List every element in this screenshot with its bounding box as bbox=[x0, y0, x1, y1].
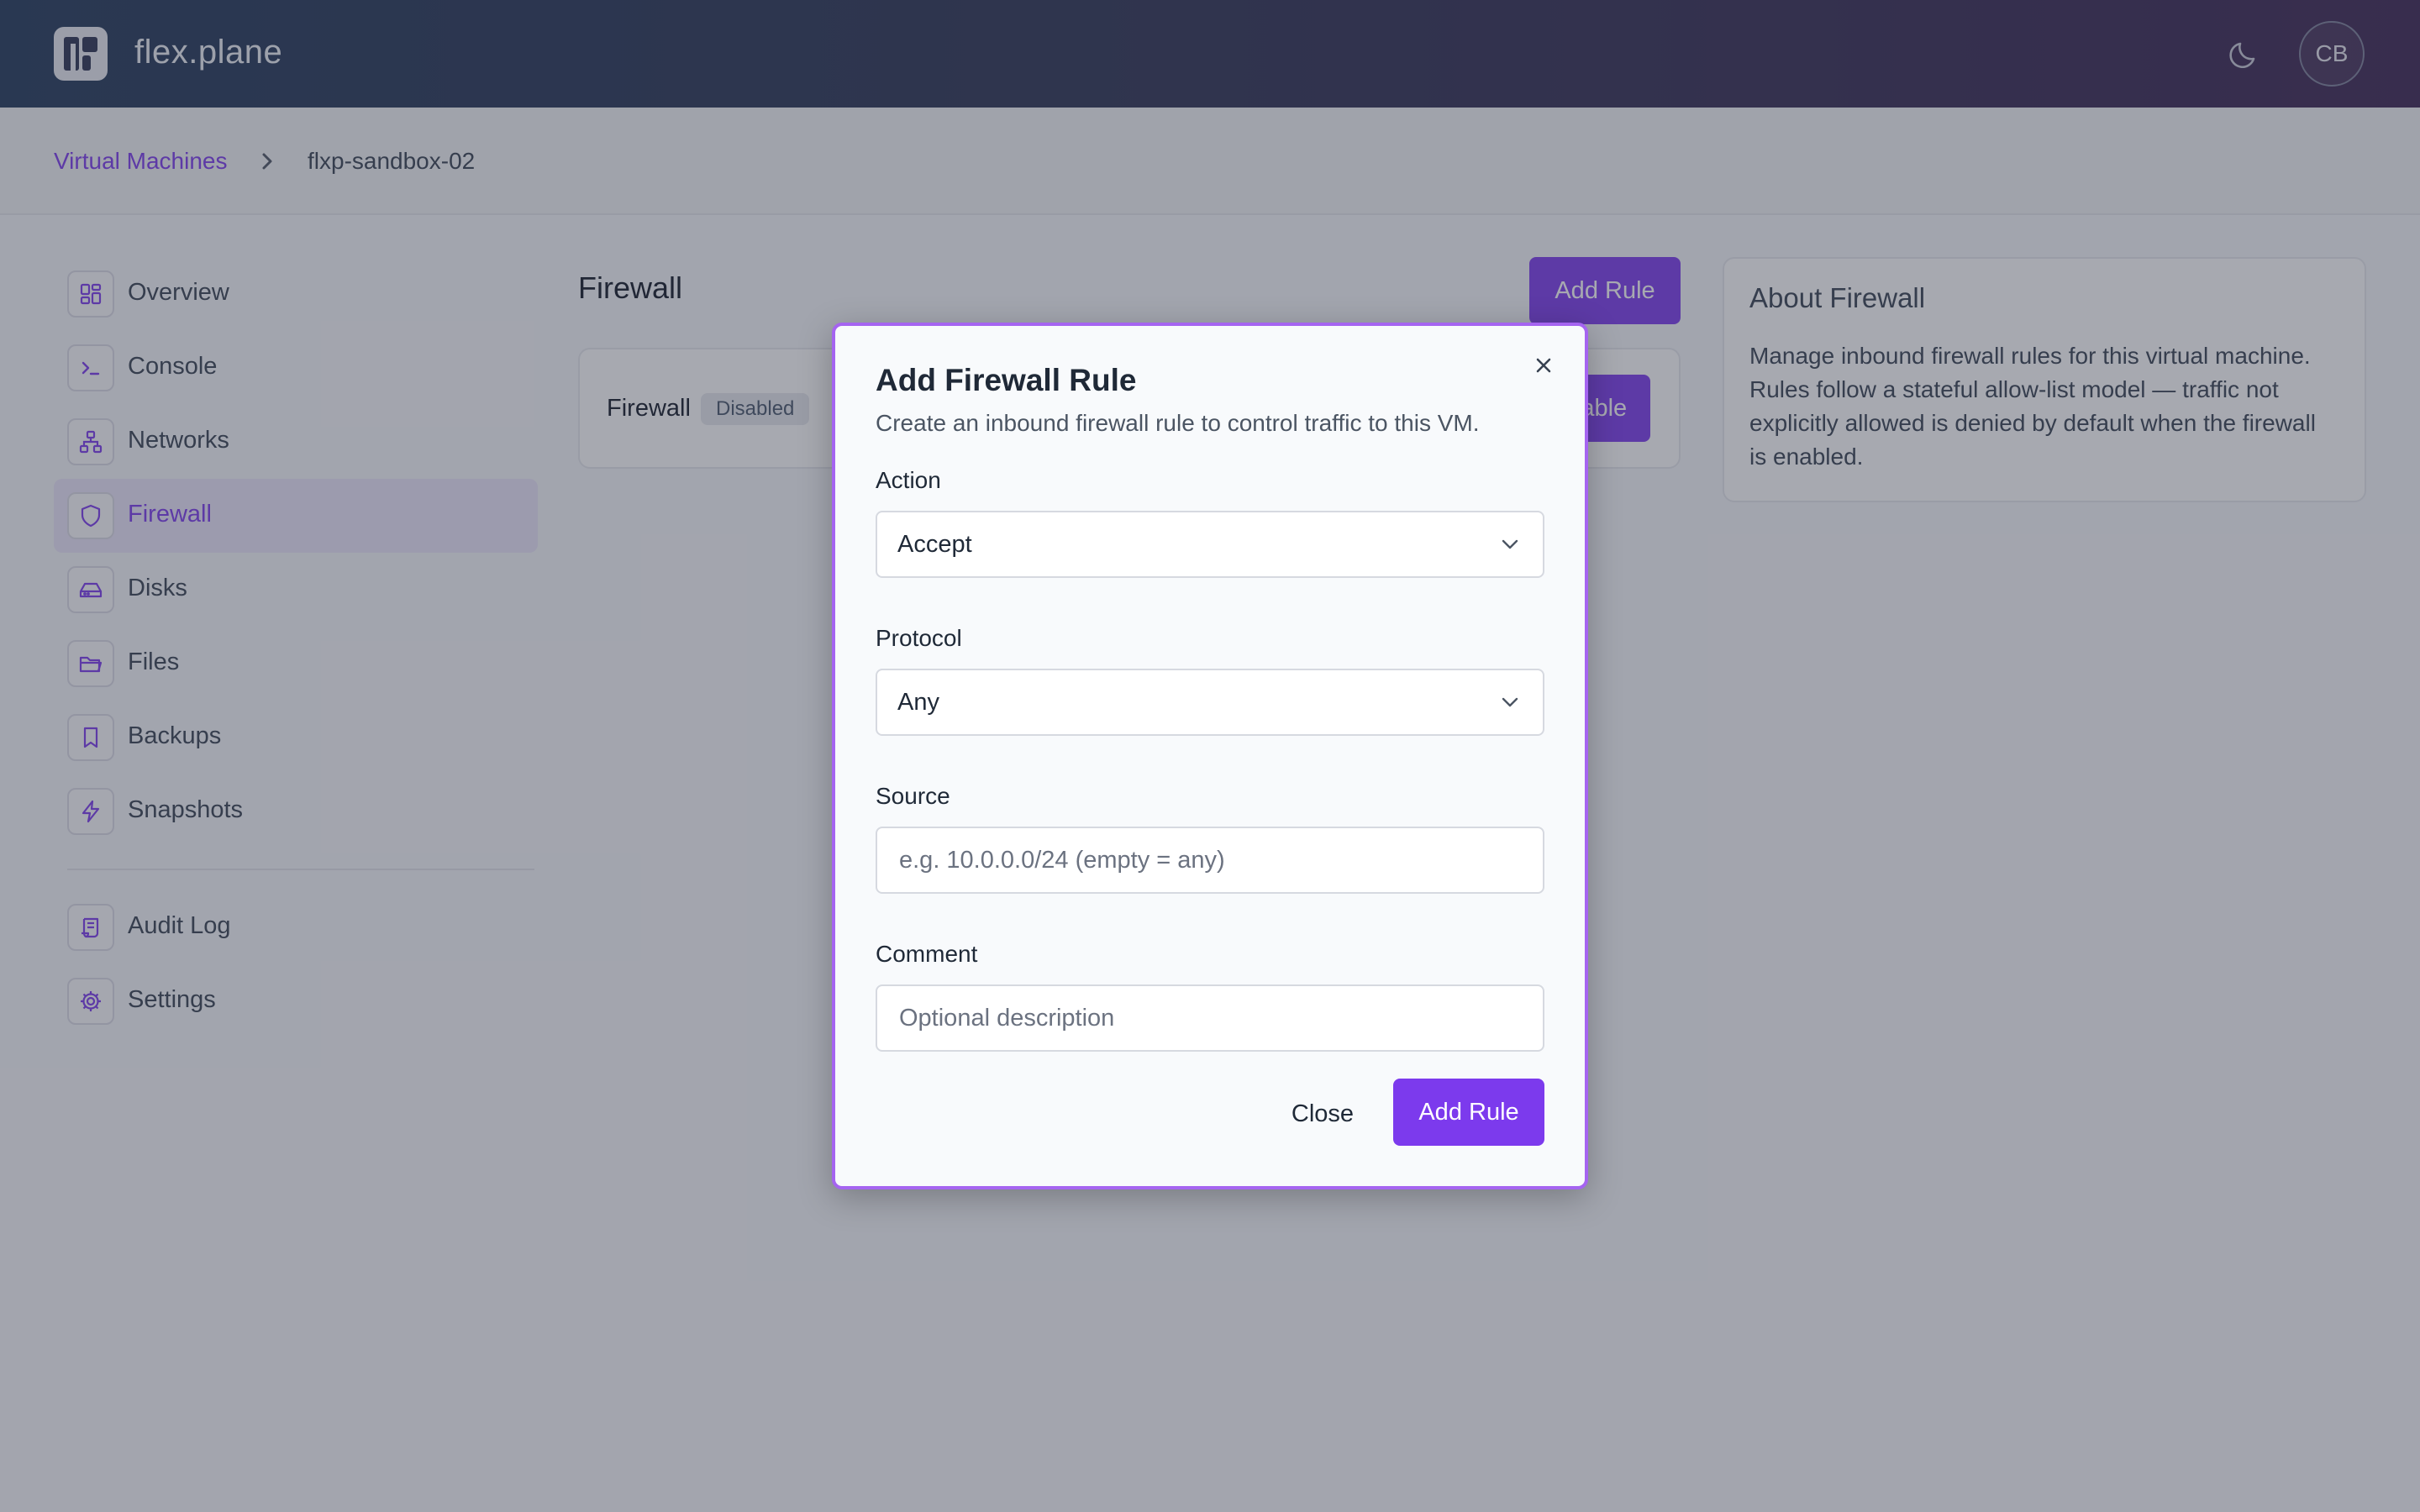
action-select[interactable]: Accept bbox=[876, 511, 1544, 578]
dialog-title: Add Firewall Rule bbox=[876, 363, 1137, 397]
comment-input[interactable] bbox=[879, 988, 1541, 1048]
add-firewall-rule-dialog bbox=[832, 323, 1588, 1189]
protocol-select-value: Any bbox=[897, 689, 939, 716]
action-label: Action bbox=[876, 467, 941, 493]
close-button[interactable]: Close bbox=[1267, 1080, 1378, 1147]
comment-label: Comment bbox=[876, 941, 978, 967]
source-label: Source bbox=[876, 783, 950, 809]
source-field bbox=[876, 827, 1544, 894]
close-icon[interactable] bbox=[1531, 353, 1556, 378]
protocol-select[interactable]: Any bbox=[876, 669, 1544, 736]
action-select-value: Accept bbox=[897, 531, 972, 558]
comment-field bbox=[876, 984, 1544, 1052]
protocol-label: Protocol bbox=[876, 625, 962, 651]
submit-add-rule-button[interactable]: Add Rule bbox=[1393, 1079, 1544, 1146]
chevron-down-icon bbox=[1502, 539, 1518, 549]
source-input[interactable] bbox=[879, 830, 1541, 890]
chevron-down-icon bbox=[1502, 697, 1518, 707]
dialog-subtitle: Create an inbound firewall rule to contr… bbox=[876, 410, 1480, 436]
